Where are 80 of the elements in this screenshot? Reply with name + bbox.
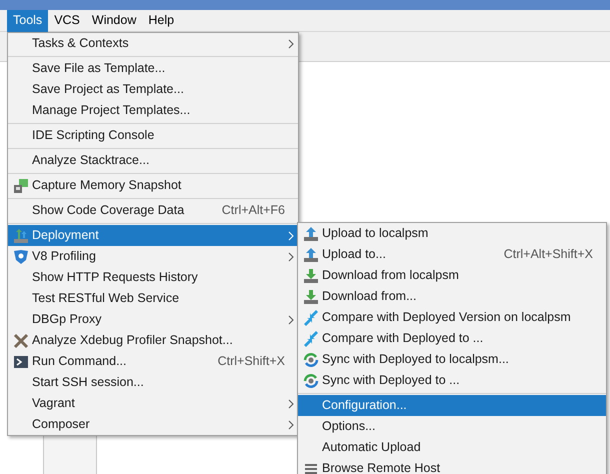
menu-item[interactable]: Compare with Deployed Version on localpsm bbox=[298, 307, 606, 328]
menu-item[interactable]: Options... bbox=[298, 416, 606, 437]
menu-item-label: Upload to localpsm bbox=[322, 225, 430, 242]
upload-icon bbox=[303, 246, 319, 262]
menu-item-label: Analyze Xdebug Profiler Snapshot... bbox=[32, 332, 234, 350]
menu-item[interactable]: Start SSH session... bbox=[8, 372, 298, 393]
menu-item[interactable]: Upload to... Ctrl+Alt+Shift+X bbox=[298, 244, 606, 265]
menu-item-label: Download from... bbox=[322, 288, 418, 306]
menu-item[interactable]: Upload to localpsm bbox=[298, 223, 606, 244]
menu-item-label: Automatic Upload bbox=[322, 439, 422, 456]
menu-item[interactable]: Analyze Stacktrace... bbox=[8, 150, 298, 171]
menu-item-label: Sync with Deployed to localpsm... bbox=[322, 351, 510, 368]
menu-item[interactable]: Sync with Deployed to localpsm... bbox=[298, 349, 606, 370]
menu-item[interactable]: Run Command... Ctrl+Shift+X bbox=[8, 351, 298, 372]
menu-bar-item[interactable]: VCS bbox=[48, 10, 86, 32]
menu-item-label: Save File as Template... bbox=[32, 60, 166, 78]
menu-item-label: Compare with Deployed Version on localpsm bbox=[322, 309, 572, 326]
menu-item-label: Options... bbox=[322, 418, 376, 436]
menu-item-label: Download from localpsm bbox=[322, 267, 460, 284]
menu-item[interactable]: Save File as Template... bbox=[8, 58, 298, 79]
menu-item[interactable]: Save Project as Template... bbox=[8, 79, 298, 100]
terminal-icon bbox=[13, 354, 29, 370]
menu-item[interactable]: Browse Remote Host bbox=[298, 458, 606, 474]
menu-item[interactable]: Download from... bbox=[298, 286, 606, 307]
menu-item-label: Sync with Deployed to ... bbox=[322, 372, 461, 390]
download-icon bbox=[303, 288, 319, 304]
menu-item[interactable]: IDE Scripting Console bbox=[8, 125, 298, 146]
menu-item-label: Show Code Coverage Data bbox=[32, 202, 186, 220]
menu-item-label: Analyze Stacktrace... bbox=[32, 152, 150, 170]
upload-tray-icon bbox=[13, 228, 29, 244]
menu-item[interactable]: V8 Profiling bbox=[8, 246, 298, 267]
upload-icon bbox=[303, 226, 319, 242]
menu-item-label: Start SSH session... bbox=[32, 374, 145, 392]
menu-item-label: Manage Project Templates... bbox=[32, 102, 192, 120]
menu-item[interactable]: Tasks & Contexts bbox=[8, 33, 298, 54]
menu-item[interactable]: Manage Project Templates... bbox=[8, 100, 298, 121]
menu-item-label: IDE Scripting Console bbox=[32, 127, 156, 144]
menu-item[interactable]: Compare with Deployed to ... bbox=[298, 328, 606, 349]
menu-item[interactable]: Download from localpsm bbox=[298, 265, 606, 286]
camera-chip-icon bbox=[13, 178, 29, 194]
menu-item-label: V8 Profiling bbox=[32, 248, 97, 266]
menu-item[interactable]: Show Code Coverage Data Ctrl+Alt+F6 bbox=[8, 200, 298, 221]
converging-arrows-icon bbox=[303, 310, 319, 326]
menu-bar-item[interactable]: Window bbox=[86, 10, 142, 32]
menu-item-label: Show HTTP Requests History bbox=[32, 269, 199, 286]
menu-item[interactable]: Sync with Deployed to ... bbox=[298, 370, 606, 391]
menu-bar-item[interactable]: Tools bbox=[7, 10, 48, 32]
menu-item[interactable]: Vagrant bbox=[8, 393, 298, 414]
menu-item[interactable]: Show HTTP Requests History bbox=[8, 267, 298, 288]
menu-bar-item[interactable]: Help bbox=[142, 10, 180, 32]
menu-item-label: Browse Remote Host bbox=[322, 460, 442, 474]
menu-item-label: DBGp Proxy bbox=[32, 311, 102, 328]
shield-icon bbox=[13, 248, 29, 264]
shortcut-label: Ctrl+Alt+F6 bbox=[222, 202, 285, 220]
menu-item-label: Save Project as Template... bbox=[32, 81, 185, 98]
menu-item[interactable]: Configuration... bbox=[298, 395, 606, 416]
sync-icon bbox=[303, 372, 319, 388]
sync-icon bbox=[303, 352, 319, 368]
converging-arrows-icon bbox=[303, 330, 319, 346]
menu-item-label: Vagrant bbox=[32, 395, 76, 412]
menu-item-label: Tasks & Contexts bbox=[32, 35, 130, 52]
menu-item[interactable]: Test RESTful Web Service bbox=[8, 288, 298, 309]
menu-item-label: Composer bbox=[32, 416, 91, 434]
menu-item[interactable]: Deployment bbox=[8, 225, 298, 246]
menu-item[interactable]: DBGp Proxy bbox=[8, 309, 298, 330]
menu-item[interactable]: Capture Memory Snapshot bbox=[8, 175, 298, 196]
menu-item-label: Configuration... bbox=[322, 397, 408, 414]
menu-item[interactable]: Analyze Xdebug Profiler Snapshot... bbox=[8, 330, 298, 351]
shortcut-label: Ctrl+Alt+Shift+X bbox=[504, 246, 593, 264]
shortcut-label: Ctrl+Shift+X bbox=[218, 353, 285, 370]
menu-item-label: Run Command... bbox=[32, 353, 128, 370]
cross-icon bbox=[13, 332, 29, 348]
menu-item-label: Capture Memory Snapshot bbox=[32, 177, 182, 194]
menu-item-label: Test RESTful Web Service bbox=[32, 290, 180, 308]
menu-item-label: Upload to... bbox=[322, 246, 387, 264]
menu-item[interactable]: Automatic Upload bbox=[298, 437, 606, 458]
download-icon bbox=[303, 268, 319, 284]
menu-item-label: Deployment bbox=[32, 227, 100, 244]
menu-item[interactable]: Composer bbox=[8, 414, 298, 435]
menu-item-label: Compare with Deployed to ... bbox=[322, 330, 484, 348]
